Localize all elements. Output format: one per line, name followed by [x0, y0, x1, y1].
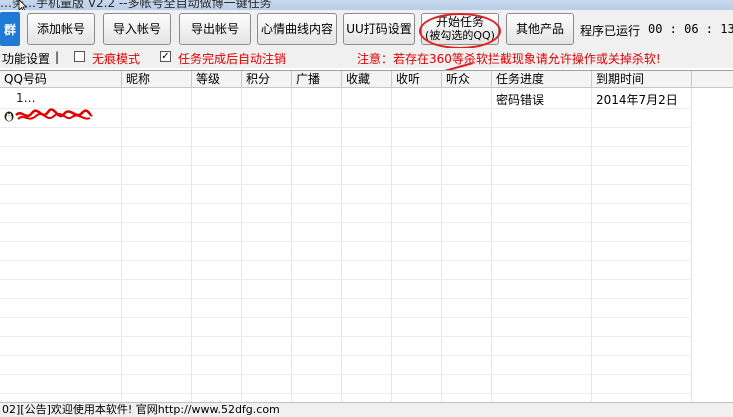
- title-bar: …务…手机量版 V2.2 --多帐号全自动做博一键任务: [0, 0, 733, 10]
- qun-button[interactable]: 群: [0, 12, 20, 46]
- import-account-button[interactable]: 导入帐号: [103, 13, 171, 45]
- incognito-checkbox[interactable]: [74, 51, 85, 62]
- runtime-label: 程序已运行: [580, 24, 641, 38]
- cell-qq: 1…: [16, 91, 36, 105]
- col-level[interactable]: 等级: [192, 71, 242, 88]
- redaction-scribble: [15, 108, 93, 120]
- table-header: QQ号码 昵称 等级 积分 广播 收藏 收听 听众 任务进度 到期时间: [0, 71, 733, 88]
- col-expiry[interactable]: 到期时间: [592, 71, 692, 88]
- col-qq[interactable]: QQ号码: [0, 71, 122, 88]
- window-title: …务…手机量版 V2.2 --多帐号全自动做博一键任务: [0, 0, 272, 10]
- col-following[interactable]: 收听: [392, 71, 442, 88]
- status-bar: 02][公告]欢迎使用本软件! 官网http://www.52dfg.com: [0, 402, 733, 417]
- toolbar: 群 添加帐号 导入帐号 导出帐号 心情曲线内容 UU打码设置 开始任务 (被勾选…: [0, 10, 733, 48]
- notice-text: 注意：若存在360等杀软拦截现象请允许操作或关掉杀软!: [357, 52, 661, 66]
- runtime-value: 00 : 06 : 13: [648, 22, 733, 36]
- cell-progress: 密码错误: [496, 93, 545, 107]
- settings-row: 功能设置 | 无痕模式 ✓ 任务完成后自动注销 注意：若存在360等杀软拦截现象…: [0, 48, 733, 68]
- settings-label: 功能设置: [2, 52, 51, 66]
- settings-separator: |: [55, 50, 60, 64]
- mood-curve-button[interactable]: 心情曲线内容: [257, 13, 337, 45]
- start-task-button[interactable]: 开始任务 (被勾选的QQ): [421, 13, 499, 45]
- col-nickname[interactable]: 昵称: [122, 71, 192, 88]
- export-account-button[interactable]: 导出帐号: [179, 13, 251, 45]
- start-task-sublabel: (被勾选的QQ): [425, 29, 495, 42]
- cell-expiry: 2014年7月2日: [596, 93, 678, 107]
- col-favorites[interactable]: 收藏: [342, 71, 392, 88]
- col-broadcast[interactable]: 广播: [292, 71, 342, 88]
- incognito-label: 无痕模式: [92, 52, 141, 66]
- mouse-cursor-icon: [18, 0, 28, 10]
- auto-logout-checkbox[interactable]: ✓: [160, 51, 171, 62]
- table-row[interactable]: 1… 密码错误 2014年7月2日: [0, 89, 690, 122]
- col-progress[interactable]: 任务进度: [492, 71, 592, 88]
- add-account-button[interactable]: 添加帐号: [27, 13, 95, 45]
- auto-logout-label: 任务完成后自动注销: [178, 52, 287, 66]
- uu-captcha-button[interactable]: UU打码设置: [343, 13, 415, 45]
- col-followers[interactable]: 听众: [442, 71, 492, 88]
- account-table[interactable]: QQ号码 昵称 等级 积分 广播 收藏 收听 听众 任务进度 到期时间 1… 密…: [0, 70, 733, 402]
- col-points[interactable]: 积分: [242, 71, 292, 88]
- other-products-button[interactable]: 其他产品: [506, 13, 574, 45]
- start-task-label: 开始任务: [435, 15, 484, 29]
- announcement-text: 02][公告]欢迎使用本软件! 官网http://www.52dfg.com: [2, 403, 280, 416]
